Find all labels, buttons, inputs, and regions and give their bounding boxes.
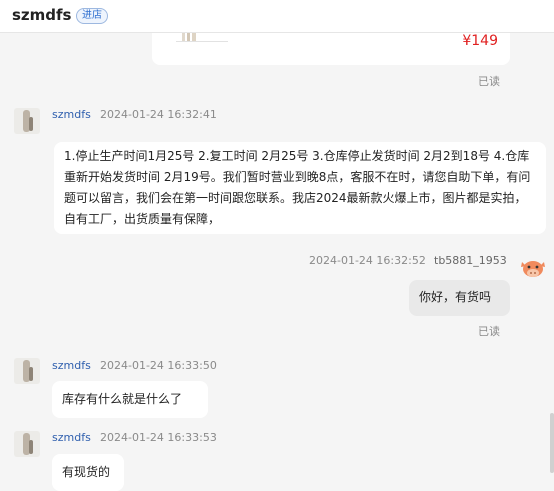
sender-name: tb5881_1953 (434, 254, 507, 267)
message-bubble[interactable]: 1.停止生产时间1月25号 2.复工时间 2月25号 3.仓库停止发货时间 2月… (54, 142, 546, 234)
message-bubble[interactable]: 库存有什么就是什么了 (52, 381, 208, 418)
sender-name[interactable]: szmdfs (52, 359, 91, 372)
avatar[interactable] (14, 431, 40, 457)
scrollbar-thumb[interactable] (550, 413, 554, 473)
message-bubble[interactable]: 有现货的 (52, 454, 124, 491)
avatar[interactable] (14, 108, 40, 134)
read-status: 已读 (478, 75, 500, 88)
enter-shop-button[interactable]: 进店 (76, 8, 108, 24)
divider (176, 41, 228, 42)
cow-avatar-icon[interactable] (518, 256, 548, 280)
read-status: 已读 (478, 325, 500, 338)
chat-header: szmdfs 进店 (0, 0, 554, 33)
message-timestamp: 2024-01-24 16:32:41 (100, 108, 217, 121)
scrollbar[interactable] (550, 33, 554, 491)
message-list[interactable]: ¥149 已读 szmdfs 2024-01-24 16:32:41 1.停止生… (0, 33, 554, 491)
chat-window: szmdfs 进店 ¥149 已读 szmdfs 2024-01-24 16:3… (0, 0, 554, 491)
shop-name[interactable]: szmdfs (12, 6, 71, 24)
product-price: ¥149 (462, 33, 498, 49)
avatar-figure (29, 367, 33, 381)
product-card[interactable]: ¥149 (152, 33, 510, 65)
sender-name[interactable]: szmdfs (52, 431, 91, 444)
product-thumbnail[interactable] (182, 33, 196, 41)
message-timestamp: 2024-01-24 16:32:52 (309, 254, 426, 267)
message-bubble[interactable]: 你好，有货吗 (409, 280, 510, 316)
avatar-figure (29, 117, 33, 131)
message-timestamp: 2024-01-24 16:33:50 (100, 359, 217, 372)
avatar-figure (29, 440, 33, 454)
sender-name[interactable]: szmdfs (52, 108, 91, 121)
avatar[interactable] (14, 358, 40, 384)
message-timestamp: 2024-01-24 16:33:53 (100, 431, 217, 444)
